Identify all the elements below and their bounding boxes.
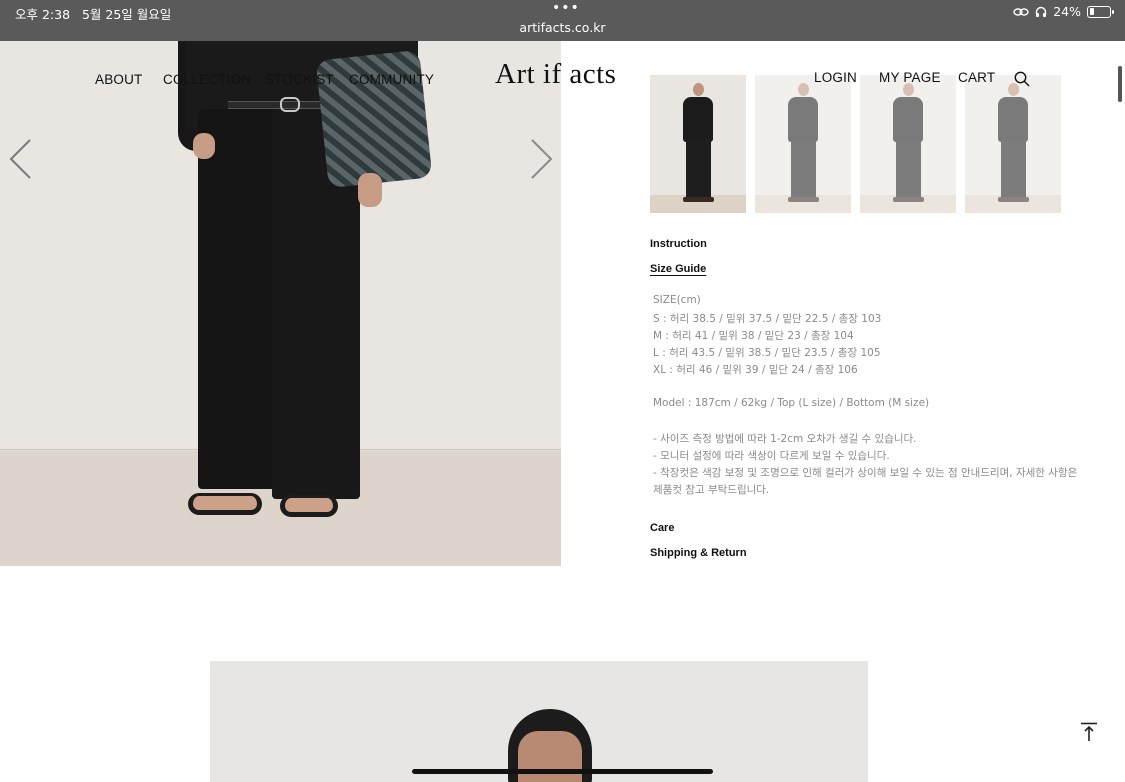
checked-jacket — [315, 49, 433, 189]
battery-level — [1089, 8, 1094, 15]
status-indicators: 24% — [1013, 4, 1114, 19]
thumbnail-4[interactable] — [965, 75, 1061, 213]
thumb-model-body — [893, 97, 923, 142]
thumbnail-2[interactable] — [755, 75, 851, 213]
size-row-m: M : 허리 41 / 밑위 38 / 밑단 23 / 총장 104 — [653, 330, 854, 342]
scrollbar-thumb[interactable] — [1118, 66, 1122, 102]
search-icon[interactable] — [1014, 71, 1030, 87]
model-leg-left — [198, 109, 280, 489]
nav-login[interactable]: LOGIN — [814, 70, 857, 85]
nav-community[interactable]: COMMUNITY — [349, 72, 434, 87]
sandal-right — [280, 495, 338, 517]
note-line: - 모니터 설정에 따라 색상이 다르게 보일 수 있습니다. — [653, 450, 890, 462]
battery-percent: 24% — [1053, 4, 1081, 19]
size-row-s: S : 허리 38.5 / 밑위 37.5 / 밑단 22.5 / 총장 103 — [653, 313, 882, 325]
thumb-model-shoes — [893, 197, 924, 202]
address-bar-url[interactable]: artifacts.co.kr — [0, 20, 1125, 35]
note-line: 제품컷 참고 부탁드립니다. — [653, 484, 770, 496]
thumb-model-shoes — [683, 197, 714, 202]
note-line: - 사이즈 측정 방법에 따라 1-2cm 오차가 생길 수 있습니다. — [653, 433, 917, 445]
browser-menu-dots[interactable]: ••• — [552, 1, 580, 15]
headphones-icon — [1036, 6, 1047, 17]
tab-care[interactable]: Care — [650, 522, 674, 534]
home-indicator[interactable] — [412, 769, 713, 774]
model-face — [518, 731, 582, 782]
model-hand-left — [193, 133, 215, 159]
nav-collection[interactable]: COLLECTION — [163, 72, 251, 87]
nav-mypage[interactable]: MY PAGE — [879, 70, 941, 85]
thumb-floor — [860, 195, 956, 213]
belt-buckle — [280, 97, 300, 112]
size-row-xl: XL : 허리 46 / 밑위 39 / 밑단 24 / 총장 106 — [653, 364, 858, 376]
size-row-l: L : 허리 43.5 / 밑위 38.5 / 밑단 23.5 / 총장 105 — [653, 347, 881, 359]
thumbnail-3[interactable] — [860, 75, 956, 213]
thumbnail-1[interactable] — [650, 75, 746, 213]
note-line: - 착장컷은 색감 보정 및 조명으로 인해 컬러가 상이해 보일 수 있는 점… — [653, 467, 1078, 479]
thumb-model-legs — [686, 139, 711, 199]
product-detail-image — [210, 661, 868, 782]
chevron-right-icon[interactable] — [528, 138, 554, 180]
site-logo[interactable]: Art if acts — [495, 58, 616, 91]
sandal-left — [188, 493, 262, 515]
tab-shipping-return[interactable]: Shipping & Return — [650, 547, 747, 559]
battery-icon — [1087, 5, 1114, 18]
nav-stockist[interactable]: STOCKIST — [265, 72, 334, 87]
thumb-model-body — [998, 97, 1028, 142]
thumb-model-legs — [791, 139, 816, 199]
thumb-floor — [755, 195, 851, 213]
status-bar: 오후 2:38 5월 25일 월요일 ••• artifacts.co.kr 2… — [0, 0, 1125, 41]
nav-about[interactable]: ABOUT — [95, 72, 143, 87]
thumb-model-legs — [896, 139, 921, 199]
thumb-model-body — [683, 97, 713, 142]
tab-size-guide[interactable]: Size Guide — [650, 263, 706, 275]
size-unit: SIZE(cm) — [653, 294, 701, 306]
model-info: Model : 187cm / 62kg / Top (L size) / Bo… — [653, 397, 930, 409]
link-icon — [1013, 7, 1029, 16]
thumb-model-shoes — [788, 197, 819, 202]
product-main-image — [0, 41, 561, 566]
thumb-floor — [965, 195, 1061, 213]
model-belt — [228, 101, 326, 109]
tab-instruction[interactable]: Instruction — [650, 238, 707, 250]
thumb-model-head — [693, 83, 704, 96]
thumb-model-shoes — [998, 197, 1029, 202]
nav-cart[interactable]: CART — [958, 70, 995, 85]
thumb-model-body — [788, 97, 818, 142]
thumb-model-head — [798, 83, 809, 96]
thumb-model-legs — [1001, 139, 1026, 199]
chevron-left-icon[interactable] — [8, 138, 34, 180]
model-hand-right — [358, 173, 382, 207]
arrow-up-icon[interactable] — [1080, 722, 1098, 742]
